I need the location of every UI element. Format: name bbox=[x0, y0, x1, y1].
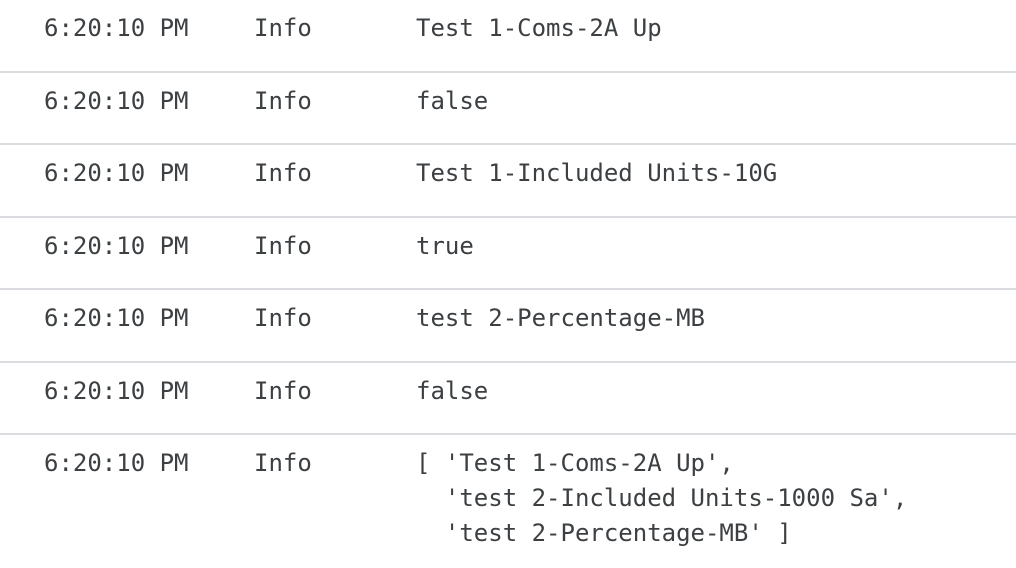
log-row: 6:20:10 PM Info true bbox=[0, 218, 1016, 290]
log-row: 6:20:10 PM Info Test 1-Included Units-10… bbox=[0, 145, 1016, 218]
log-level: Info bbox=[254, 159, 312, 187]
log-message: true bbox=[416, 231, 474, 260]
log-message: false bbox=[416, 86, 489, 115]
log-time: 6:20:10 PM bbox=[44, 86, 189, 115]
log-message: Test 1-Included Units-10G bbox=[416, 159, 778, 187]
log-row: 6:20:10 PM Info Test 1-Coms-2A Up bbox=[0, 0, 1016, 73]
execution-log: 6:20:10 PM Info Test 1-Coms-2A Up 6:20:1… bbox=[0, 0, 1016, 551]
log-level: Info bbox=[254, 376, 312, 405]
log-level: Info bbox=[254, 86, 312, 115]
log-level: Info bbox=[254, 304, 312, 332]
log-time: 6:20:10 PM bbox=[44, 376, 189, 405]
log-time: 6:20:10 PM bbox=[44, 159, 189, 187]
log-time: 6:20:10 PM bbox=[44, 304, 189, 332]
log-row: 6:20:10 PM Info false bbox=[0, 363, 1016, 435]
log-row: 6:20:10 PM Info false bbox=[0, 73, 1016, 145]
log-time: 6:20:10 PM bbox=[44, 14, 189, 42]
log-row: 6:20:10 PM Info test 2-Percentage-MB bbox=[0, 290, 1016, 363]
log-time: 6:20:10 PM bbox=[44, 231, 189, 260]
log-row: 6:20:10 PM Info [ 'Test 1-Coms-2A Up', '… bbox=[0, 435, 1016, 551]
log-level: Info bbox=[254, 14, 312, 42]
log-message: Test 1-Coms-2A Up bbox=[416, 14, 662, 42]
log-message: false bbox=[416, 376, 489, 405]
log-level: Info bbox=[254, 231, 312, 260]
log-level: Info bbox=[254, 449, 312, 477]
log-message: test 2-Percentage-MB bbox=[416, 304, 705, 332]
log-message: [ 'Test 1-Coms-2A Up', 'test 2-Included … bbox=[416, 449, 908, 547]
log-time: 6:20:10 PM bbox=[44, 449, 189, 477]
